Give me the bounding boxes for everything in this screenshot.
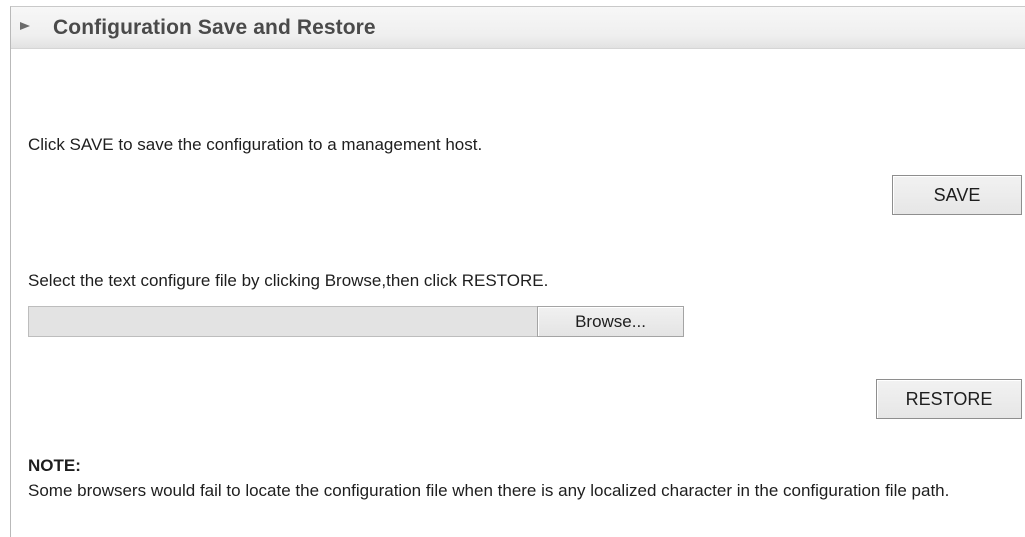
save-instruction: Click SAVE to save the configuration to … [28,135,483,154]
file-path-input[interactable] [28,306,538,337]
browse-button[interactable]: Browse... [537,306,684,337]
note-title: NOTE: [28,456,81,475]
panel-title: Configuration Save and Restore [53,16,376,39]
restore-instruction: Select the text configure file by clicki… [28,271,549,290]
save-button[interactable]: SAVE [892,175,1022,215]
config-save-restore-panel: Configuration Save and Restore Click SAV… [10,6,1025,537]
panel-header[interactable]: Configuration Save and Restore [11,7,1025,49]
note-text: Some browsers would fail to locate the c… [28,481,950,500]
restore-button[interactable]: RESTORE [876,379,1022,419]
triangle-right-icon[interactable] [17,18,33,34]
